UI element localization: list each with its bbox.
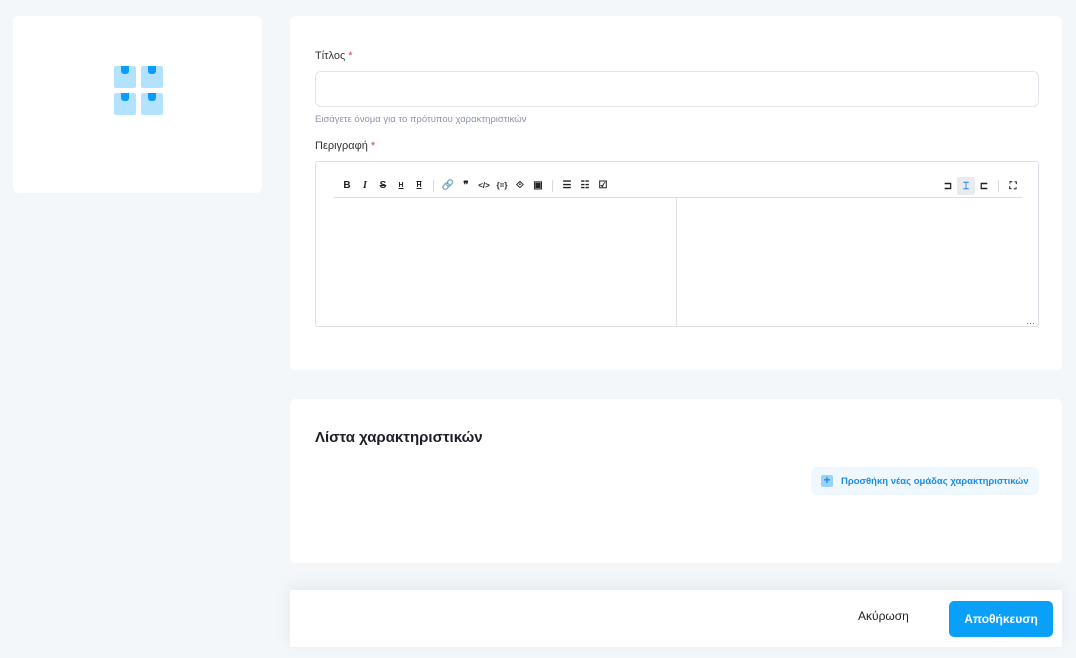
live-mode-button[interactable]: ⌶ bbox=[957, 177, 975, 195]
quote-button[interactable]: ❞ bbox=[457, 177, 475, 195]
description-label-text: Περιγραφή bbox=[315, 140, 368, 152]
code-button[interactable]: </> bbox=[475, 177, 493, 195]
title-label-text: Τίτλος bbox=[315, 50, 346, 62]
heading-bigger-button[interactable]: H bbox=[392, 177, 410, 195]
template-thumbnail-card bbox=[13, 16, 262, 193]
heading-smaller-button[interactable]: H bbox=[410, 177, 428, 195]
required-mark: * bbox=[370, 140, 376, 152]
code-block-button[interactable]: {=} bbox=[493, 177, 511, 195]
unordered-list-icon: ☰ bbox=[562, 180, 572, 191]
strikethrough-button[interactable]: S bbox=[374, 177, 392, 195]
markdown-editor: B I S H H 🔗 ❞ </> {=} ⟐ ▣ ☰ ☷ ☑ ⊐ ⌶ ⊏ ⛶ … bbox=[315, 161, 1039, 327]
fullscreen-button[interactable]: ⛶ bbox=[1004, 177, 1022, 195]
live-mode-icon: ⌶ bbox=[963, 180, 969, 192]
resize-handle-icon[interactable]: … bbox=[1026, 317, 1035, 326]
link-icon: 🔗 bbox=[441, 180, 455, 191]
checklist-button[interactable]: ☑ bbox=[594, 177, 612, 195]
comment-button[interactable]: ⟐ bbox=[511, 177, 529, 195]
fullscreen-icon: ⛶ bbox=[1009, 180, 1017, 192]
link-button[interactable]: 🔗 bbox=[439, 177, 457, 195]
cancel-button[interactable]: Ακύρωση bbox=[858, 609, 909, 623]
title-label: Τίτλος * bbox=[315, 50, 353, 62]
form-footer: Ακύρωση Αποθήκευση bbox=[290, 590, 1062, 647]
edit-mode-button[interactable]: ⊐ bbox=[939, 177, 957, 195]
unordered-list-button[interactable]: ☰ bbox=[558, 177, 576, 195]
toolbar-separator bbox=[433, 179, 434, 192]
code-block-icon: {=} bbox=[496, 181, 508, 190]
ordered-list-icon: ☷ bbox=[580, 180, 590, 191]
bold-icon: B bbox=[343, 180, 351, 191]
heading-bigger-icon: H bbox=[398, 182, 404, 189]
plus-icon: + bbox=[821, 474, 833, 487]
italic-icon: I bbox=[363, 180, 367, 191]
preview-mode-icon: ⊏ bbox=[979, 180, 989, 192]
title-hint: Εισάγετε όνομα για το πρότυπου χαρακτηρι… bbox=[315, 114, 527, 125]
required-mark: * bbox=[348, 50, 353, 62]
ordered-list-button[interactable]: ☷ bbox=[576, 177, 594, 195]
toolbar-separator bbox=[552, 179, 553, 192]
italic-button[interactable]: I bbox=[356, 177, 374, 195]
features-list-card: Λίστα χαρακτηριστικών + Προσθήκη νέας ομ… bbox=[290, 399, 1062, 563]
comment-icon: ⟐ bbox=[516, 180, 524, 191]
toolbar-separator bbox=[998, 180, 999, 192]
strikethrough-icon: S bbox=[379, 180, 387, 191]
checklist-icon: ☑ bbox=[598, 180, 608, 191]
add-feature-group-button[interactable]: + Προσθήκη νέας ομάδας χαρακτηριστικών bbox=[811, 467, 1039, 495]
template-form-card: Τίτλος * Εισάγετε όνομα για το πρότυπου χ… bbox=[290, 16, 1062, 370]
preview-mode-button[interactable]: ⊏ bbox=[975, 177, 993, 195]
template-grid-icon bbox=[114, 66, 164, 116]
add-feature-group-label: Προσθήκη νέας ομάδας χαρακτηριστικών bbox=[841, 475, 1029, 487]
editor-toolbar: B I S H H 🔗 ❞ </> {=} ⟐ ▣ ☰ ☷ ☑ ⊐ ⌶ ⊏ ⛶ bbox=[334, 174, 1022, 198]
quote-icon: ❞ bbox=[463, 180, 469, 191]
image-button[interactable]: ▣ bbox=[529, 177, 547, 195]
description-label: Περιγραφή * bbox=[315, 140, 375, 152]
editor-input-pane[interactable] bbox=[316, 198, 677, 326]
features-list-title: Λίστα χαρακτηριστικών bbox=[315, 429, 483, 446]
bold-button[interactable]: B bbox=[338, 177, 356, 195]
heading-smaller-icon: H bbox=[416, 182, 422, 189]
edit-mode-icon: ⊐ bbox=[943, 180, 953, 192]
save-button[interactable]: Αποθήκευση bbox=[949, 601, 1053, 637]
code-icon: </> bbox=[478, 181, 490, 190]
title-input[interactable] bbox=[315, 71, 1039, 107]
editor-preview-pane bbox=[678, 198, 1038, 326]
image-icon: ▣ bbox=[533, 180, 543, 191]
